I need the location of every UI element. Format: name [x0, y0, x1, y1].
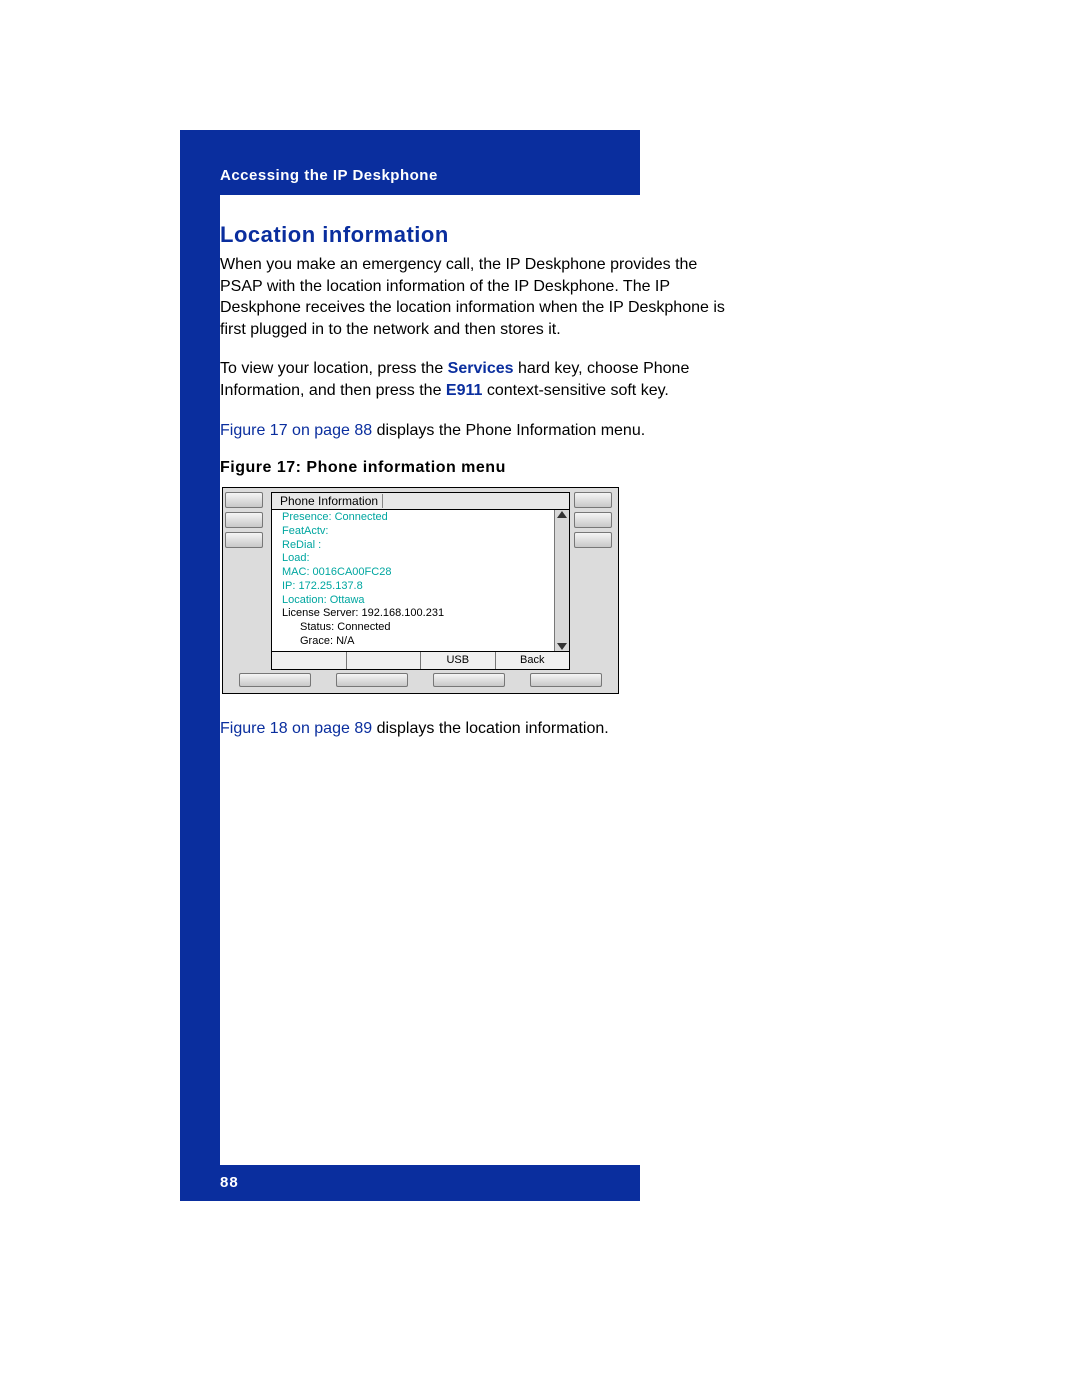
- hardkey[interactable]: [574, 492, 612, 508]
- section-title: Location information: [220, 222, 740, 248]
- lcd-line-presence: Presence: Connected: [282, 511, 548, 525]
- page-number: 88: [220, 1174, 239, 1191]
- scroll-down-icon: [557, 643, 567, 650]
- hardkey[interactable]: [225, 532, 263, 548]
- hardkey[interactable]: [225, 512, 263, 528]
- phone-mockup: Phone Information Presence: Connected Fe…: [222, 487, 619, 694]
- document-page: Accessing the IP Deskphone Location info…: [0, 0, 1080, 1397]
- lcd-screen: Phone Information Presence: Connected Fe…: [271, 492, 570, 670]
- figure-17: Phone Information Presence: Connected Fe…: [220, 487, 625, 718]
- lcd-line-status: Status: Connected: [282, 621, 548, 635]
- content-area: Location information When you make an em…: [220, 210, 740, 757]
- hardkey[interactable]: [530, 673, 602, 687]
- lcd-line-ip: IP: 172.25.137.8: [282, 580, 548, 594]
- scroll-up-icon: [557, 511, 567, 518]
- e911-label: E911: [446, 382, 482, 399]
- p2-text-a: To view your location, press the: [220, 360, 448, 377]
- figure18-link[interactable]: Figure 18 on page 89: [220, 720, 372, 737]
- lcd-line-featactv: FeatActv:: [282, 525, 548, 539]
- lcd-line-mac: MAC: 0016CA00FC28: [282, 566, 548, 580]
- services-label: Services: [448, 360, 514, 377]
- header-bar: Accessing the IP Deskphone: [180, 130, 640, 195]
- paragraph-3: Figure 17 on page 88 displays the Phone …: [220, 420, 740, 442]
- lcd-title-text: Phone Information: [276, 494, 383, 508]
- lcd-scrollbar[interactable]: [554, 510, 569, 651]
- p3-rest: displays the Phone Information menu.: [372, 422, 645, 439]
- softkey-1[interactable]: [272, 652, 347, 669]
- footer-bar: 88: [180, 1165, 640, 1201]
- hardkey[interactable]: [574, 532, 612, 548]
- lcd-line-load: Load:: [282, 552, 548, 566]
- figure17-link[interactable]: Figure 17 on page 88: [220, 422, 372, 439]
- header-title: Accessing the IP Deskphone: [220, 167, 438, 184]
- softkey-row: USB Back: [272, 651, 569, 669]
- paragraph-1: When you make an emergency call, the IP …: [220, 254, 740, 340]
- lcd-title-bar: Phone Information: [272, 493, 569, 510]
- lcd-line-license: License Server: 192.168.100.231: [282, 607, 548, 621]
- paragraph-2: To view your location, press the Service…: [220, 358, 740, 401]
- softkey-3-usb[interactable]: USB: [421, 652, 496, 669]
- p2-text-c: context-sensitive soft key.: [482, 382, 668, 399]
- hardkey[interactable]: [574, 512, 612, 528]
- softkey-2[interactable]: [347, 652, 422, 669]
- lcd-line-grace: Grace: N/A: [282, 635, 548, 649]
- right-hardkeys: [572, 488, 618, 670]
- hardkey[interactable]: [225, 492, 263, 508]
- lcd-line-location: Location: Ottawa: [282, 594, 548, 608]
- p4-rest: displays the location information.: [372, 720, 609, 737]
- lcd-line-redial: ReDial :: [282, 539, 548, 553]
- sidebar-strip: [180, 195, 220, 1165]
- softkey-4-back[interactable]: Back: [496, 652, 570, 669]
- lcd-content: Presence: Connected FeatActv: ReDial : L…: [272, 510, 554, 651]
- hardkey[interactable]: [336, 673, 408, 687]
- paragraph-4: Figure 18 on page 89 displays the locati…: [220, 718, 740, 740]
- hardkey[interactable]: [433, 673, 505, 687]
- bottom-hardkeys: [223, 670, 618, 693]
- left-hardkeys: [223, 488, 269, 670]
- hardkey[interactable]: [239, 673, 311, 687]
- figure-caption: Figure 17: Phone information menu: [220, 459, 740, 477]
